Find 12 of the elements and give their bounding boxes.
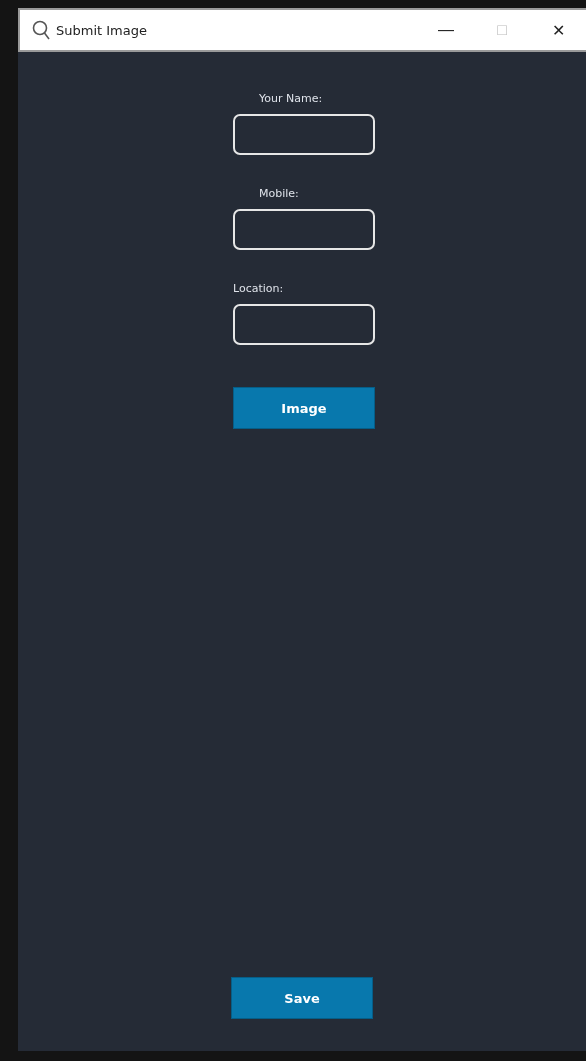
field-label: Your Name:: [259, 92, 323, 105]
save-button[interactable]: Save: [231, 977, 373, 1019]
input-field[interactable]: [233, 304, 375, 345]
input-field[interactable]: [233, 114, 375, 155]
field-label: Mobile:: [259, 187, 299, 200]
close-button[interactable]: ✕: [530, 20, 586, 40]
input-field[interactable]: [233, 209, 375, 250]
window-title: Submit Image: [56, 22, 147, 38]
field-label: Location:: [233, 282, 284, 295]
minimize-button[interactable]: —: [418, 20, 474, 40]
search-icon: [32, 20, 50, 40]
image-button[interactable]: Image: [233, 387, 375, 429]
